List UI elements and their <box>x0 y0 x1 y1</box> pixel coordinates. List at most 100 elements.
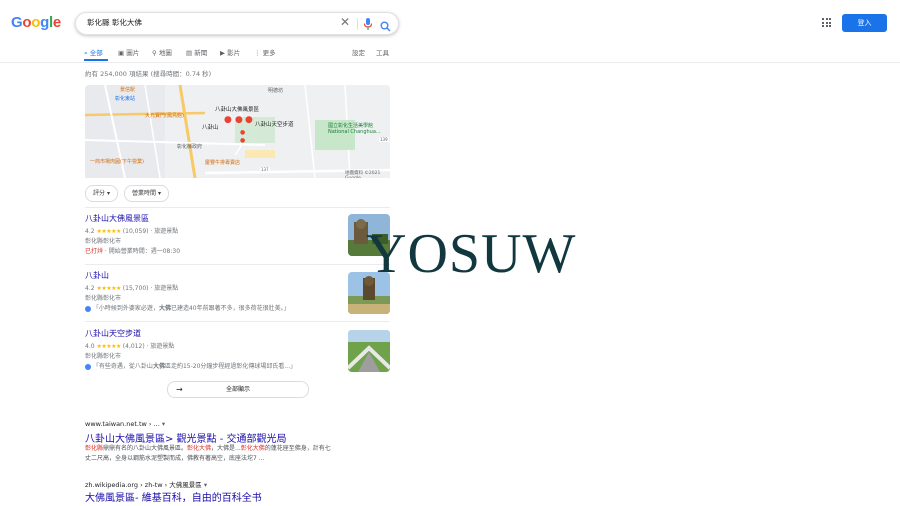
tab-all[interactable]: ⌕ 全部 <box>84 47 103 58</box>
filter-rating[interactable]: 評分 ▾ <box>85 185 118 202</box>
active-tab-indicator <box>84 59 108 61</box>
tab-news[interactable]: ▤ 新聞 <box>186 47 207 57</box>
microphone-icon[interactable] <box>363 16 373 35</box>
place-card[interactable]: 八卦山大佛風景區 4.2 ★★★★★ (10,059) · 旅遊景點 彰化縣彰化… <box>85 213 390 261</box>
review-text: 「小時候到外婆家必遊， <box>92 305 159 312</box>
logo-letter: G <box>11 14 23 31</box>
review-count: (15,700) <box>122 285 149 292</box>
map-pin-icon[interactable]: ● <box>235 115 243 125</box>
tab-tools[interactable]: 工具 <box>376 47 389 57</box>
rating-value: 4.2 <box>85 228 95 235</box>
snippet-text: 丈二尺高，全身以鋼筋水泥塑製而成，佛教有著高空，底座法坨7 ... <box>85 455 265 462</box>
place-address: 彰化縣彰化市 <box>85 353 122 360</box>
header-divider <box>0 62 900 63</box>
snippet-text: 鼎鼎有名的八卦山大佛風景區。 <box>103 445 188 452</box>
show-all-places-button[interactable]: → 全部顯示 <box>167 381 309 398</box>
tab-more[interactable]: ⋮ 更多 <box>254 47 276 57</box>
search-box[interactable]: 彰化縣 彰化大佛 ✕ <box>75 12 399 35</box>
place-rating-line: 4.0 ★★★★★ (4,012) · 旅遊景點 <box>85 341 174 350</box>
filter-label: 營業時間 <box>132 190 157 197</box>
map-label: 景信駅 <box>120 87 136 93</box>
local-map[interactable]: 彰化東站 景信駅 明德坊 八卦山大佛風景區 八卦山 八卦山天空步道 大元寶門(鳳… <box>85 85 390 178</box>
review-text: 區走約15-20分鐘步程經過彰化傳球場邱氏看...」 <box>164 363 297 370</box>
image-icon: ▣ <box>118 49 125 57</box>
map-label: 明德坊 <box>268 88 284 94</box>
filter-label: 評分 <box>93 190 106 197</box>
search-icon[interactable] <box>380 17 391 36</box>
chevron-down-icon[interactable]: ▾ <box>204 481 207 489</box>
result-url-text: www.taiwan.net.tw › ... <box>85 420 160 428</box>
place-name[interactable]: 八卦山天空步道 <box>85 328 141 339</box>
divider <box>357 18 358 30</box>
google-logo[interactable]: Google <box>11 14 61 31</box>
more-vert-icon: ⋮ <box>254 49 261 57</box>
result-url: zh.wikipedia.org › zh-tw › 大佛風景區 ▾ <box>85 479 207 489</box>
map-label: 一商市場肉圓(下午營業) <box>90 159 144 165</box>
chevron-down-icon: ▾ <box>106 190 110 197</box>
map-label: 八卦山天空步道 <box>255 122 294 128</box>
place-address: 彰化縣彰化市 <box>85 238 122 245</box>
apps-grid-icon[interactable] <box>822 18 831 27</box>
map-label: 國立彰化生活美學館 <box>328 123 374 129</box>
divider <box>85 264 390 265</box>
tab-label: 影片 <box>227 49 241 57</box>
search-icon: ⌕ <box>84 49 88 57</box>
rating-value: 4.2 <box>85 285 95 292</box>
map-label: National Changhua... <box>328 129 381 135</box>
place-name[interactable]: 八卦山大佛風景區 <box>85 213 149 224</box>
map-label: 慶豐牛排專賣店 <box>205 160 241 166</box>
snippet-text: 的蓮花座至佛身，計有七 <box>264 445 331 452</box>
clear-icon[interactable]: ✕ <box>340 15 350 29</box>
review-count: (4,012) <box>122 343 145 350</box>
map-label: 彰化東站 <box>115 96 136 102</box>
arrow-right-icon: → <box>176 385 183 394</box>
status-badge: 已打烊 <box>85 248 104 255</box>
map-label: 大元寶門(鳳鳥館) <box>145 113 184 119</box>
result-snippet: 彰化縣鼎鼎有名的八卦山大佛風景區。彰化大佛，大佛是...彰化大佛的蓮花座至佛身，… <box>85 444 370 464</box>
place-category: · 旅遊景點 <box>146 343 175 350</box>
logo-letter: g <box>40 14 49 31</box>
place-card[interactable]: 八卦山天空步道 4.0 ★★★★★ (4,012) · 旅遊景點 彰化縣彰化市 … <box>85 328 390 376</box>
map-pin-icon[interactable]: ● <box>240 137 245 144</box>
rating-value: 4.0 <box>85 343 95 350</box>
divider <box>85 321 390 322</box>
tab-videos[interactable]: ▶ 影片 <box>220 47 240 57</box>
news-icon: ▤ <box>186 49 193 57</box>
map-pin-icon[interactable]: ● <box>224 115 232 125</box>
map-label: 八卦山大佛風景區 <box>215 107 260 113</box>
road-shield: 139 <box>379 137 389 142</box>
snippet-text: ，大佛是... <box>211 445 241 452</box>
road-shield: 137 <box>260 167 270 172</box>
result-title-link[interactable]: 大佛風景區- 維基百科，自由的百科全书 <box>85 489 262 504</box>
snippet-highlight: 彰化大佛 <box>240 445 265 452</box>
logo-letter: e <box>52 14 61 31</box>
place-hours: · 開始營業時間：週一08:30 <box>103 248 181 255</box>
tab-label: 地圖 <box>158 49 172 57</box>
place-photo[interactable] <box>348 330 390 372</box>
review-highlight: 大佛 <box>158 305 171 312</box>
place-rating-line: 4.2 ★★★★★ (15,700) · 旅遊景點 <box>85 283 178 292</box>
star-rating-icon: ★★★★★ <box>96 285 121 292</box>
filter-hours[interactable]: 營業時間 ▾ <box>124 185 169 202</box>
user-avatar-icon <box>85 305 91 312</box>
map-attribution: 地圖資料 ©2021 Google <box>345 171 381 178</box>
chevron-down-icon[interactable]: ▾ <box>162 420 165 428</box>
tab-images[interactable]: ▣ 圖片 <box>118 47 139 57</box>
snippet-highlight: 彰化大佛 <box>187 445 212 452</box>
result-title-link[interactable]: 八卦山大佛風景區> 觀光景點 - 交通部觀光局 <box>85 430 287 445</box>
review-text: 已建造40年前跟著不多，很多荷花很壯美。」 <box>170 305 290 312</box>
place-hours-line: 已打烊 · 開始營業時間：週一08:30 <box>85 246 180 255</box>
place-name[interactable]: 八卦山 <box>85 270 109 281</box>
tab-maps[interactable]: ⚲ 地圖 <box>152 47 172 57</box>
map-pin-icon[interactable]: ● <box>240 129 245 136</box>
search-input[interactable]: 彰化縣 彰化大佛 <box>87 17 142 28</box>
review-count: (10,059) <box>122 228 149 235</box>
signin-button[interactable]: 登入 <box>842 14 887 32</box>
tab-label: 全部 <box>89 49 103 57</box>
map-pin-icon[interactable]: ● <box>245 115 253 125</box>
place-review: 「小時候到外婆家必遊，大佛已建造40年前跟著不多，很多荷花很壯美。」 <box>85 303 290 312</box>
place-card[interactable]: 八卦山 4.2 ★★★★★ (15,700) · 旅遊景點 彰化縣彰化市 「小時… <box>85 270 390 318</box>
place-review: 「有些奇遇，從八卦山大佛區走約15-20分鐘步程經過彰化傳球場邱氏看...」 <box>85 361 296 370</box>
tab-settings[interactable]: 設定 <box>352 47 365 57</box>
result-url: www.taiwan.net.tw › ... ▾ <box>85 420 165 428</box>
